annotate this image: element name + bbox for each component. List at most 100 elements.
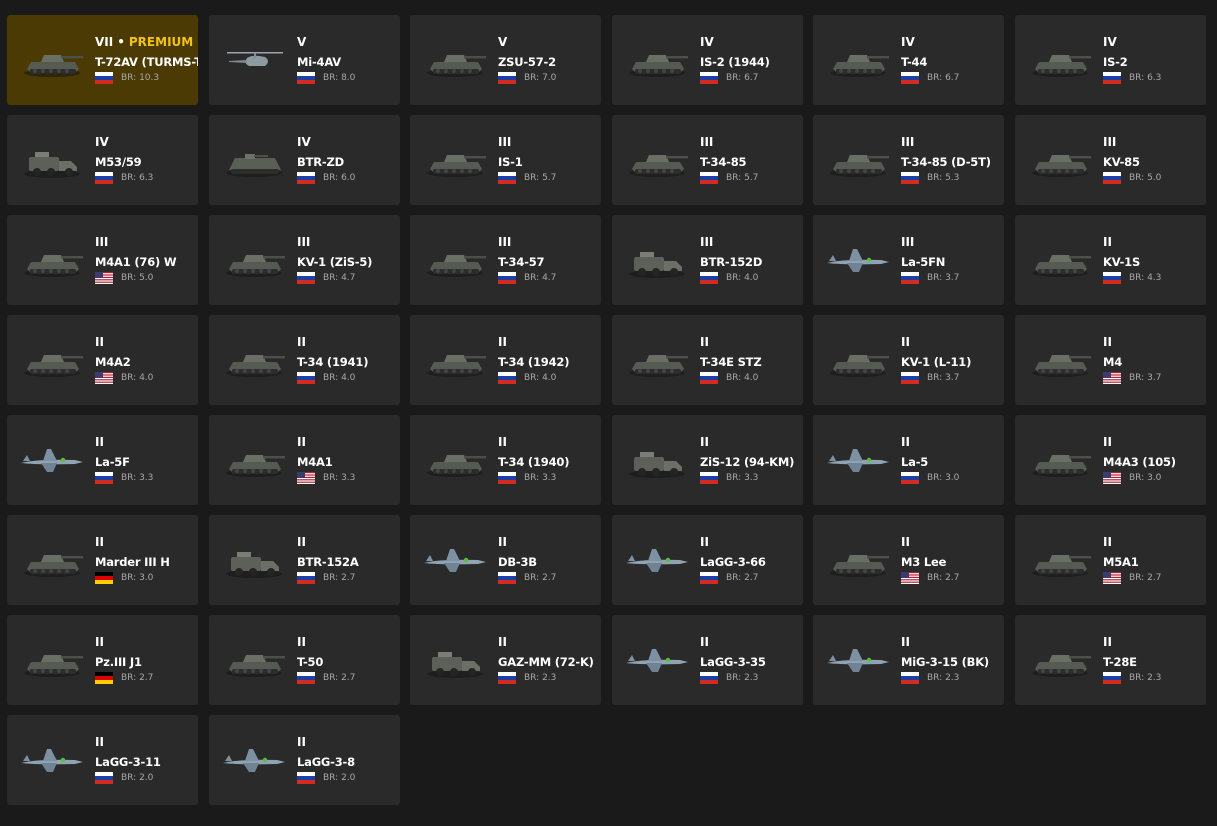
vehicle-tier: II (297, 335, 306, 349)
battle-rating-label: BR: (323, 173, 339, 183)
vehicle-info: IV IS-2 BR: 6.3 (1103, 35, 1206, 84)
vehicle-tier: II (1103, 535, 1112, 549)
battle-rating-label: BR: (323, 373, 339, 383)
vehicle-card-m4a1[interactable]: II M4A1 BR: 3.3 (209, 415, 400, 505)
vehicle-card-kv-1-zis-5[interactable]: III KV-1 (ZiS-5) BR: 4.7 (209, 215, 400, 305)
vehicle-card-t-34e-stz[interactable]: II T-34E STZ BR: 4.0 (612, 315, 803, 405)
vehicle-card-btr-152a[interactable]: II BTR-152A BR: 2.7 (209, 515, 400, 605)
vehicle-card-t-34-1940[interactable]: II T-34 (1940) BR: 3.3 (410, 415, 601, 505)
vehicle-card-kv-85[interactable]: III KV-85 BR: 5.0 (1015, 115, 1206, 205)
battle-rating-value: 5.0 (139, 273, 154, 283)
vehicle-card-btr-152d[interactable]: III BTR-152D BR: 4.0 (612, 215, 803, 305)
vehicle-name: T-34-85 (D-5T) (901, 155, 991, 169)
vehicle-card-la-5[interactable]: II La-5 BR: 3.0 (813, 415, 1004, 505)
tier-line: II (95, 535, 198, 550)
vehicle-info: II T-34 (1942) BR: 4.0 (498, 335, 601, 384)
battle-rating-value: 6.7 (744, 73, 759, 83)
vehicle-card-kv-1s[interactable]: II KV-1S BR: 4.3 (1015, 215, 1206, 305)
vehicle-card-m4a2[interactable]: II M4A2 BR: 4.0 (7, 315, 198, 405)
vehicle-card-t-72av-turms-t[interactable]: VII • PREMIUM T-72AV (TURMS-T BR: 10.3 (7, 15, 198, 105)
vehicle-card-is-2[interactable]: IV IS-2 BR: 6.3 (1015, 15, 1206, 105)
vehicle-info: II T-34E STZ BR: 4.0 (700, 335, 803, 384)
vehicle-card-is-2-1944[interactable]: IV IS-2 (1944) BR: 6.7 (612, 15, 803, 105)
battle-rating-value: 3.3 (341, 473, 356, 483)
vehicle-card-t-34-1942[interactable]: II T-34 (1942) BR: 4.0 (410, 315, 601, 405)
vehicle-card-t-34-85[interactable]: III T-34-85 BR: 5.7 (612, 115, 803, 205)
battle-rating-value: 3.0 (139, 573, 154, 583)
vehicle-card-btr-zd[interactable]: IV BTR-ZD BR: 6.0 (209, 115, 400, 205)
vehicle-card-t-28e[interactable]: II T-28E BR: 2.3 (1015, 615, 1206, 705)
vehicle-tier: III (95, 235, 109, 249)
tank-icon (823, 539, 893, 581)
tier-line: IV (901, 35, 1004, 50)
vehicle-card-m4a1-76-w[interactable]: III M4A1 (76) W BR: 5.0 (7, 215, 198, 305)
vehicle-tier: II (1103, 435, 1112, 449)
vehicle-card-db-3b[interactable]: II DB-3B BR: 2.7 (410, 515, 601, 605)
battle-rating-value: 4.0 (139, 373, 154, 383)
vehicle-card-lagg-3-11[interactable]: II LaGG-3-11 BR: 2.0 (7, 715, 198, 805)
battle-rating: BR: 6.3 (121, 172, 153, 184)
tank-icon (420, 239, 490, 281)
vehicle-card-gaz-mm-72-k[interactable]: II GAZ-MM (72-K) BR: 2.3 (410, 615, 601, 705)
vehicle-tier: II (700, 435, 709, 449)
br-row: BR: 2.7 (700, 572, 803, 584)
br-row: BR: 3.0 (1103, 472, 1206, 484)
tank-icon (1025, 339, 1095, 381)
vehicle-card-la-5fn[interactable]: III La-5FN BR: 3.7 (813, 215, 1004, 305)
vehicle-card-t-34-85-d-5t[interactable]: III T-34-85 (D-5T) BR: 5.3 (813, 115, 1004, 205)
vehicle-card-mi-4av[interactable]: V Mi-4AV BR: 8.0 (209, 15, 400, 105)
vehicle-card-t-34-1941[interactable]: II T-34 (1941) BR: 4.0 (209, 315, 400, 405)
vehicle-card-pz-iii-j1[interactable]: II Pz.III J1 BR: 2.7 (7, 615, 198, 705)
battle-rating-label: BR: (524, 473, 540, 483)
br-row: BR: 2.0 (297, 772, 400, 784)
vehicle-name: KV-85 (1103, 155, 1140, 169)
tier-line: II (700, 535, 803, 550)
vehicle-info: II M4A2 BR: 4.0 (95, 335, 198, 384)
vehicle-card-marder-iii-h[interactable]: II Marder III H BR: 3.0 (7, 515, 198, 605)
vehicle-card-m5a1[interactable]: II M5A1 BR: 2.7 (1015, 515, 1206, 605)
tier-line: III (95, 235, 198, 250)
ussr-flag-icon (95, 72, 113, 84)
vehicle-card-kv-1-l-11[interactable]: II KV-1 (L-11) BR: 3.7 (813, 315, 1004, 405)
vehicle-card-lagg-3-35[interactable]: II LaGG-3-35 BR: 2.3 (612, 615, 803, 705)
vehicle-tier: II (901, 435, 910, 449)
battle-rating-label: BR: (121, 173, 137, 183)
vehicle-card-t-50[interactable]: II T-50 BR: 2.7 (209, 615, 400, 705)
vehicle-info: II MiG-3-15 (BK) BR: 2.3 (901, 635, 1004, 684)
vehicle-card-m4a3-105[interactable]: II M4A3 (105) BR: 3.0 (1015, 415, 1206, 505)
tier-line: III (498, 235, 601, 250)
vehicle-card-m3-lee[interactable]: II M3 Lee BR: 2.7 (813, 515, 1004, 605)
battle-rating-value: 6.0 (341, 173, 356, 183)
tier-line: II (1103, 635, 1206, 650)
vehicle-card-is-1[interactable]: III IS-1 BR: 5.7 (410, 115, 601, 205)
br-row: BR: 4.0 (700, 272, 803, 284)
tank-icon (622, 39, 692, 81)
vehicle-card-t-34-57[interactable]: III T-34-57 BR: 4.7 (410, 215, 601, 305)
tank-icon (17, 639, 87, 681)
tier-line: II (498, 535, 601, 550)
vehicle-card-mig-3-15-bk[interactable]: II MiG-3-15 (BK) BR: 2.3 (813, 615, 1004, 705)
battle-rating: BR: 10.3 (121, 72, 159, 84)
tier-line: II (297, 735, 400, 750)
vehicle-card-t-44[interactable]: IV T-44 BR: 6.7 (813, 15, 1004, 105)
vehicle-card-zsu-57-2[interactable]: V ZSU-57-2 BR: 7.0 (410, 15, 601, 105)
vehicle-card-lagg-3-66[interactable]: II LaGG-3-66 BR: 2.7 (612, 515, 803, 605)
ussr-flag-icon (700, 572, 718, 584)
battle-rating-value: 2.3 (1147, 673, 1162, 683)
vehicle-tier: II (700, 535, 709, 549)
vehicle-card-m53-59[interactable]: IV M53/59 BR: 6.3 (7, 115, 198, 205)
br-row: BR: 4.3 (1103, 272, 1206, 284)
vehicle-name: IS-2 (1944) (700, 55, 770, 69)
vehicle-card-la-5f[interactable]: II La-5F BR: 3.3 (7, 415, 198, 505)
tier-line: II (498, 635, 601, 650)
battle-rating-label: BR: (121, 273, 137, 283)
vehicle-name: KV-1 (L-11) (901, 355, 972, 369)
vehicle-card-lagg-3-8[interactable]: II LaGG-3-8 BR: 2.0 (209, 715, 400, 805)
ussr-flag-icon (1103, 172, 1121, 184)
battle-rating-label: BR: (524, 673, 540, 683)
ussr-flag-icon (498, 572, 516, 584)
vehicle-tier: II (297, 435, 306, 449)
vehicle-card-zis-12-94-km[interactable]: II ZiS-12 (94-KM) BR: 3.3 (612, 415, 803, 505)
battle-rating: BR: 7.0 (524, 72, 556, 84)
vehicle-card-m4[interactable]: II M4 BR: 3.7 (1015, 315, 1206, 405)
